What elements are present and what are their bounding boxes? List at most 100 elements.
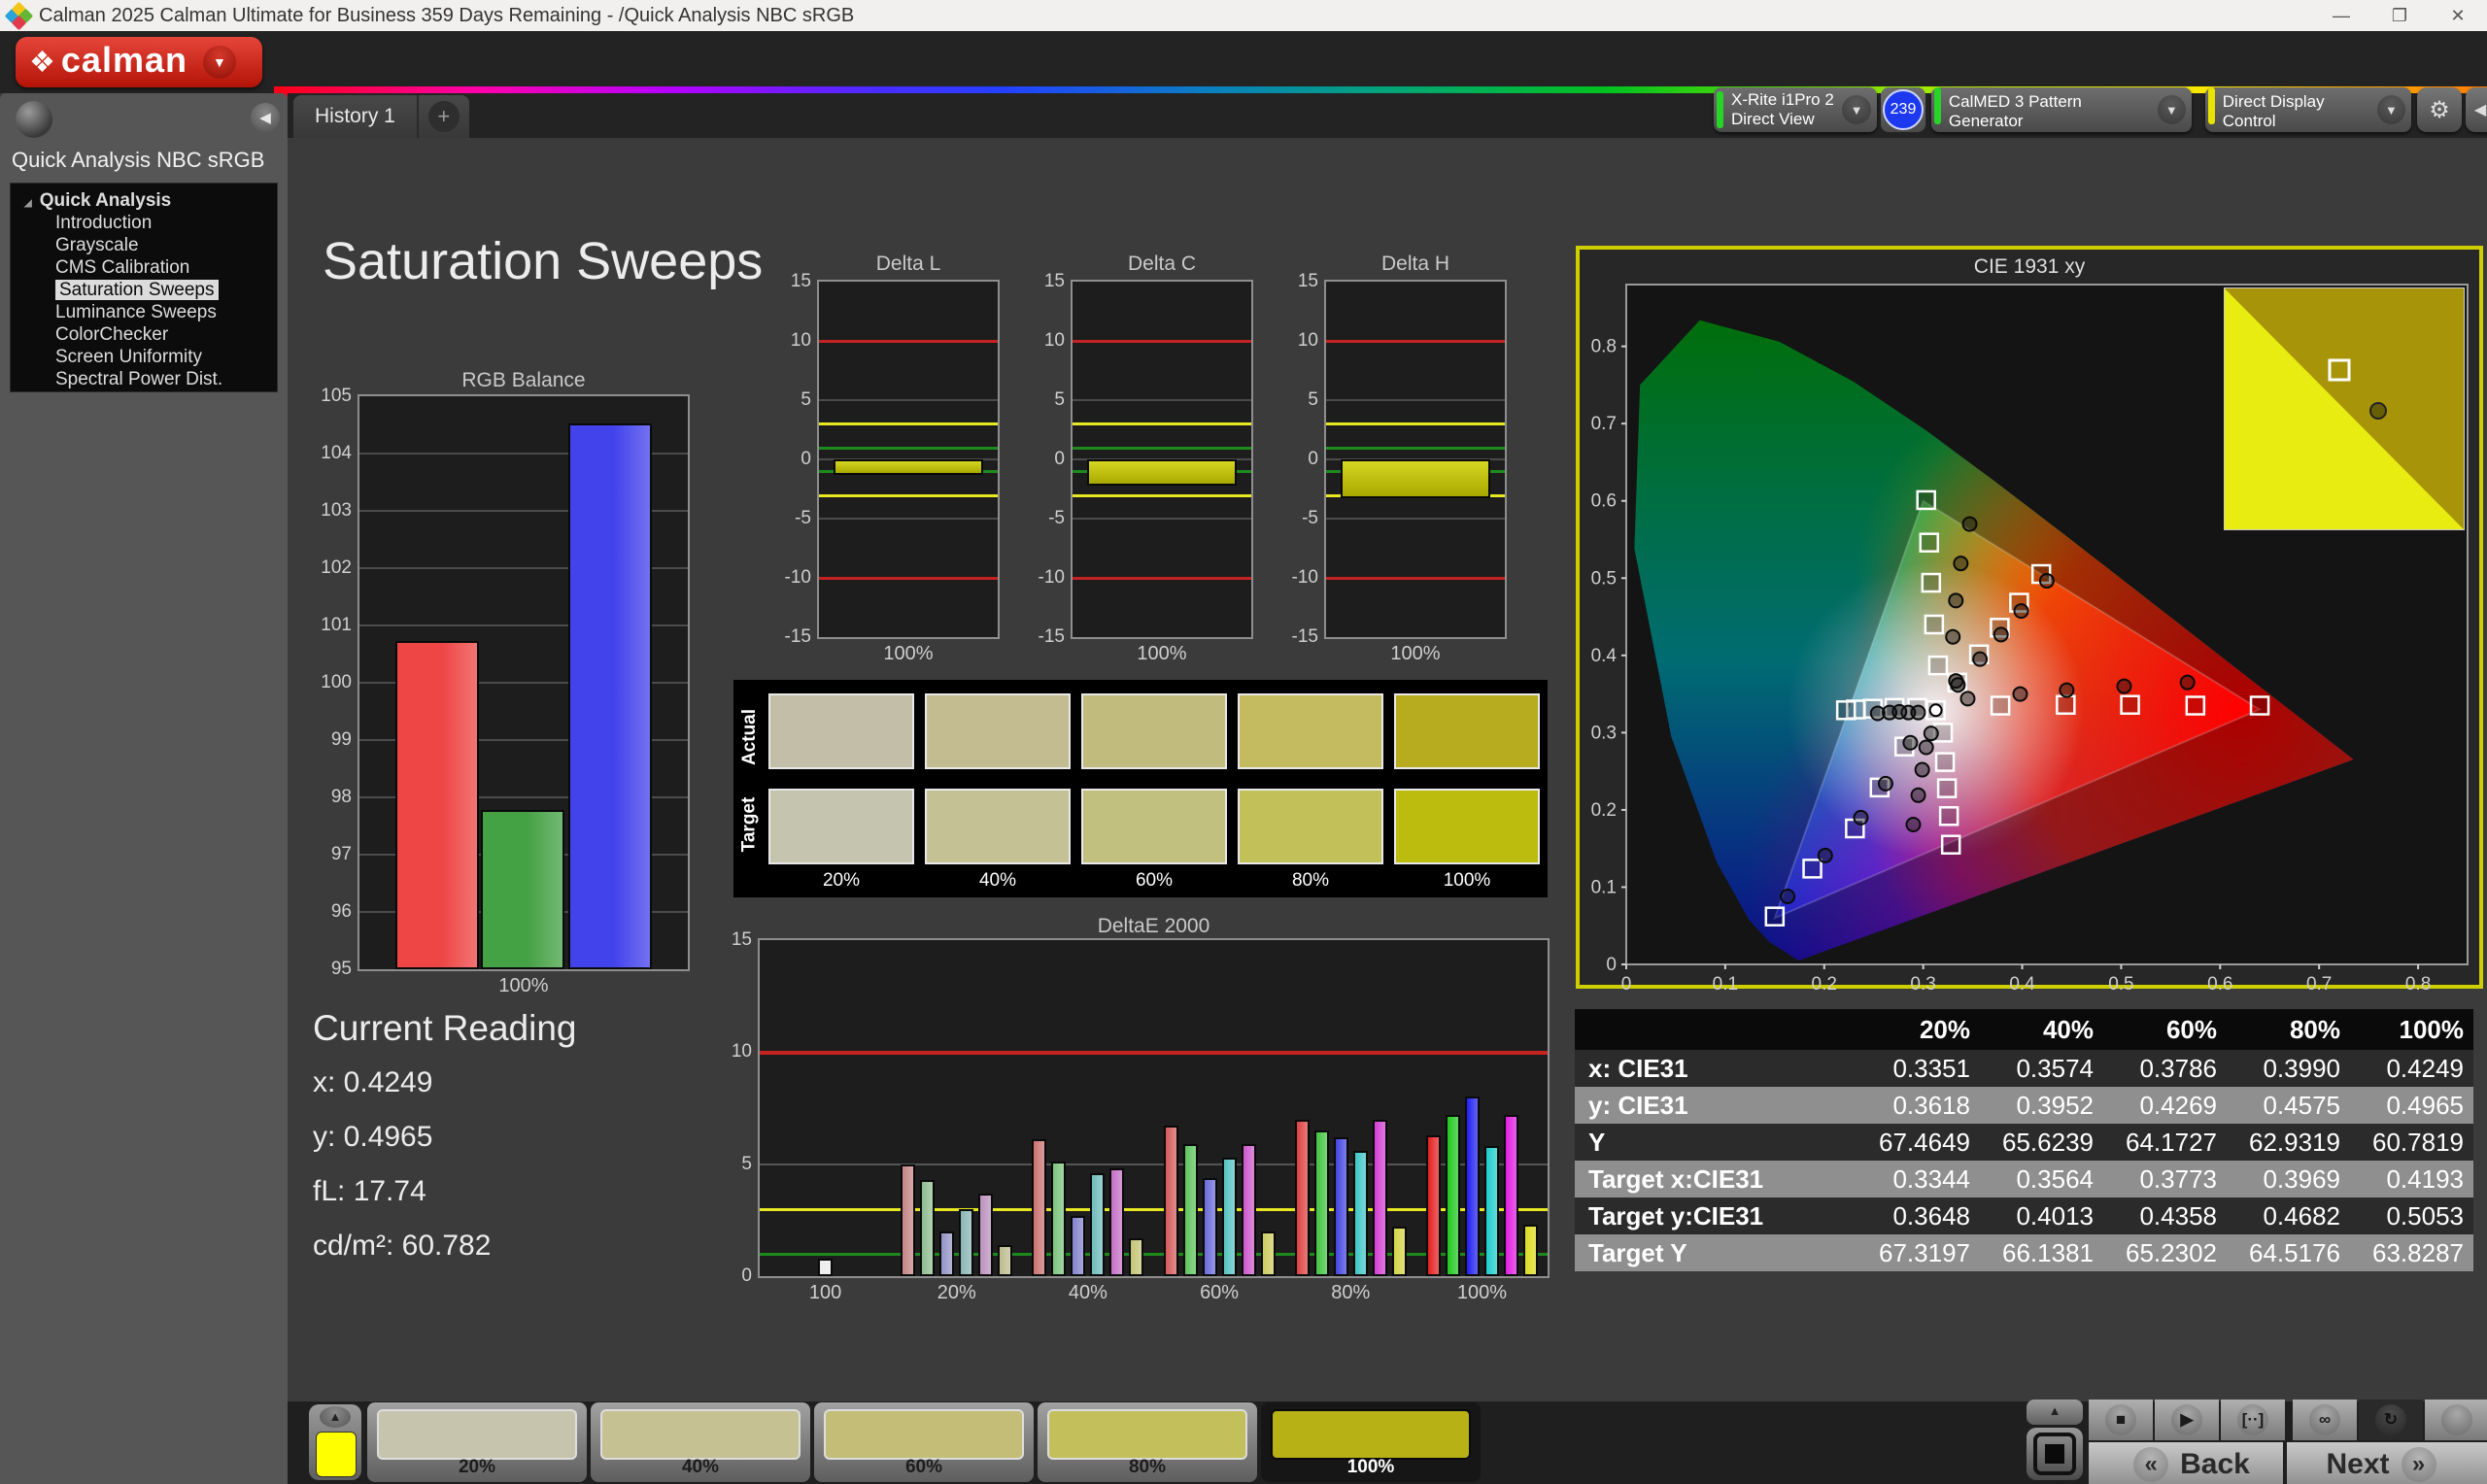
x-group-label: 80% (1331, 1282, 1371, 1303)
gridline (819, 518, 998, 520)
y-tick-label: 10 (790, 330, 811, 351)
next-label: Next (2326, 1447, 2390, 1480)
sidebar-item-grayscale[interactable]: Grayscale (11, 234, 277, 256)
display-control-dropdown[interactable]: Direct Display Control ▼ (2205, 87, 2411, 132)
table-row-label: Y (1588, 1127, 1606, 1157)
workflow-sphere-button[interactable] (16, 101, 52, 138)
sidebar-item-luminance-sweeps[interactable]: Luminance Sweeps (11, 301, 277, 323)
y-tick-label: -10 (1291, 567, 1318, 588)
deltae-bar (1445, 1114, 1460, 1276)
back-label: Back (2180, 1447, 2250, 1480)
x-axis-label: 100% (1390, 643, 1441, 664)
maximize-button[interactable]: ❐ (2370, 0, 2429, 31)
gridline (819, 399, 998, 401)
calman-menu-button[interactable]: ❖ calman ▼ (16, 37, 262, 87)
settings-button[interactable]: ⚙ (2417, 87, 2462, 132)
tab-history-1[interactable]: History 1 + (293, 95, 469, 138)
chevron-up-icon: ▲ (320, 1406, 351, 1428)
transport-sync-button[interactable]: ↻ (2359, 1400, 2423, 1440)
sidebar-item-saturation-sweeps[interactable]: Saturation Sweeps (11, 279, 277, 301)
tree-root-quick-analysis[interactable]: ◢ Quick Analysis (11, 189, 277, 212)
pattern-window-button[interactable] (2027, 1428, 2083, 1480)
actual-swatch-60% (1081, 693, 1227, 769)
transport-play-button[interactable]: ▶ (2155, 1400, 2219, 1440)
cie-measured-point (2116, 678, 2132, 694)
pattern-swatch (1047, 1409, 1247, 1460)
pattern-label: 40% (681, 1457, 720, 1477)
back-button[interactable]: « Back (2089, 1442, 2283, 1484)
svg-text:0.8: 0.8 (2405, 974, 2431, 995)
cie-measured-point (2012, 686, 2028, 702)
meter-read-count: 239 (1881, 87, 1925, 132)
table-row-label: Target Y (1588, 1237, 1687, 1267)
y-tick-label: -5 (1302, 508, 1318, 528)
sidebar-item-screen-uniformity[interactable]: Screen Uniformity (11, 346, 277, 368)
limit-line (1326, 577, 1505, 580)
gridline (1326, 399, 1505, 401)
table-row: Y 67.4649 65.6239 64.1727 62.9319 60.7819 (1575, 1124, 2473, 1161)
display-control-status-bar (2208, 87, 2215, 124)
pattern-button-100%[interactable]: 100% (1261, 1402, 1481, 1482)
target-swatch-100% (1394, 789, 1540, 864)
sidebar-collapse-icon[interactable]: ◀ (251, 103, 280, 132)
pattern-generator-dropdown[interactable]: CalMED 3 Pattern Generator ▼ (1931, 87, 2192, 132)
delta-h-title: Delta H (1380, 253, 1450, 275)
pattern-generator-status-bar (1934, 87, 1941, 124)
calman-app-window: Calman 2025 Calman Ultimate for Business… (0, 0, 2487, 1484)
pattern-button-60%[interactable]: 60% (814, 1402, 1034, 1482)
table-row: y: CIE31 0.3618 0.3952 0.4269 0.4575 0.4965 (1575, 1087, 2473, 1124)
deltae-bar (1241, 1143, 1256, 1276)
pattern-preview-button[interactable]: ▲ (309, 1404, 361, 1480)
transport-blank-button[interactable] (2425, 1400, 2487, 1440)
delta-bar (1086, 459, 1238, 486)
collapse-panel-button[interactable]: ◀ (2466, 87, 2487, 132)
transport-continuous-button[interactable]: ∞ (2293, 1400, 2357, 1440)
deltae-bar (1333, 1136, 1348, 1276)
next-button[interactable]: Next » (2287, 1442, 2487, 1484)
limit-line (1326, 422, 1505, 426)
table-cell: 0.3574 (2016, 1053, 2094, 1083)
delta-bar (1340, 459, 1491, 499)
cie-target-square (1916, 489, 1936, 511)
add-tab-button[interactable]: + (416, 95, 469, 138)
header-band: ❖ calman ▼ (0, 31, 2487, 99)
cie-target-square (1924, 614, 1945, 635)
table-header-row: 20% 40% 60% 80% 100% (1575, 1009, 2473, 1050)
pattern-button-20%[interactable]: 20% (367, 1402, 587, 1482)
meter-dropdown[interactable]: X-Rite i1Pro 2 Direct View ▼ (1714, 87, 1877, 132)
actual-swatch-20% (768, 693, 914, 769)
sidebar-item-introduction[interactable]: Introduction (11, 212, 277, 234)
chevron-double-right-icon: » (2401, 1446, 2436, 1482)
deltae-bar (1522, 1224, 1538, 1276)
close-button[interactable]: ✕ (2429, 0, 2487, 31)
pattern-button-40%[interactable]: 40% (591, 1402, 810, 1482)
deltae-bar (920, 1179, 936, 1276)
table-cell: 0.3990 (2263, 1053, 2340, 1083)
current-reading-fl: fL: 17.74 (313, 1175, 426, 1207)
deltae-bar (1313, 1130, 1329, 1276)
y-tick-label: 5 (801, 389, 811, 410)
transport-stop-button[interactable]: ■ (2089, 1400, 2153, 1440)
limit-line (819, 340, 998, 343)
table-row-label: Target x:CIE31 (1588, 1164, 1764, 1194)
gridline (1073, 399, 1251, 401)
meter-name: X-Rite i1Pro 2 (1731, 90, 1834, 109)
svg-text:0.8: 0.8 (1591, 337, 1617, 357)
sidebar-item-spectral-power-dist-[interactable]: Spectral Power Dist. (11, 368, 277, 390)
minimize-button[interactable]: — (2312, 0, 2370, 31)
table-cell: 0.3773 (2139, 1164, 2217, 1194)
limit-line (1073, 493, 1251, 497)
svg-text:0.5: 0.5 (2108, 974, 2133, 995)
svg-text:0.1: 0.1 (1713, 974, 1738, 995)
sidebar-item-cms-calibration[interactable]: CMS Calibration (11, 256, 277, 279)
pattern-button-80%[interactable]: 80% (1038, 1402, 1257, 1482)
swatch-col-label: 100% (1443, 870, 1491, 891)
limit-line (1073, 422, 1251, 426)
limit-line (819, 446, 998, 450)
transport-pattern-window-button[interactable]: [··] (2221, 1400, 2285, 1440)
pattern-panel-expand-button[interactable]: ▲ (2027, 1400, 2083, 1425)
calman-dropdown-arrow-icon[interactable]: ▼ (202, 46, 236, 79)
sidebar-item-colorchecker[interactable]: ColorChecker (11, 323, 277, 346)
play-icon: ▶ (2171, 1404, 2202, 1435)
swatch-col-label: 80% (1291, 870, 1330, 891)
